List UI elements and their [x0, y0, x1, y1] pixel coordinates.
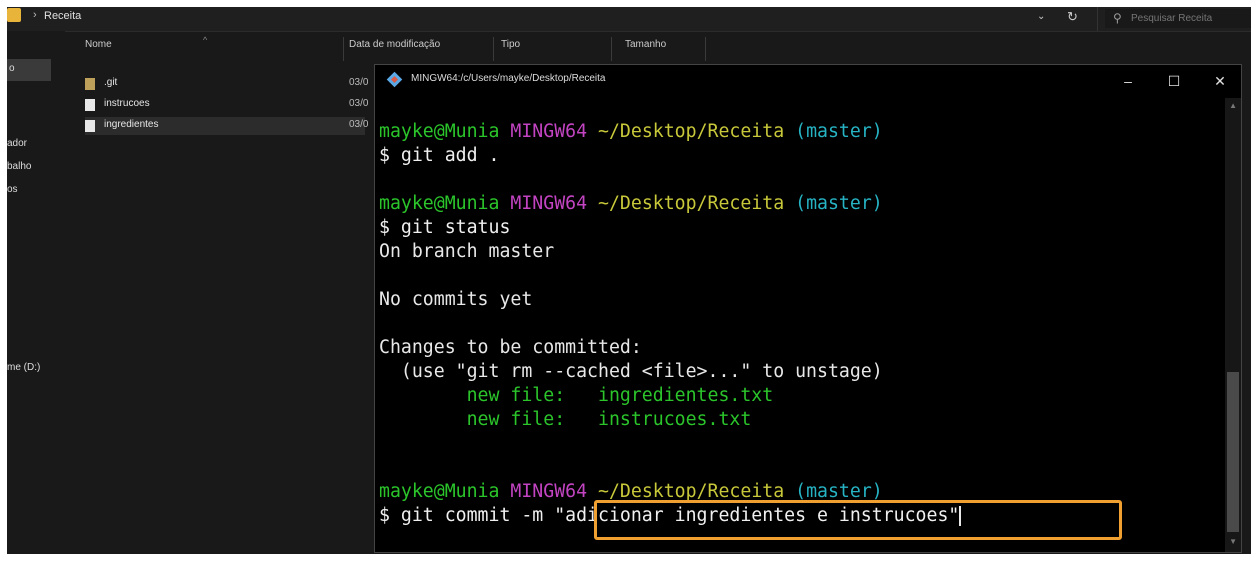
chevron-down-icon[interactable]: ⌄ — [1037, 11, 1045, 22]
terminal-titlebar[interactable]: MINGW64:/c/Users/mayke/Desktop/Receita –… — [375, 65, 1241, 98]
close-button[interactable]: ✕ — [1205, 71, 1235, 91]
folder-icon — [7, 8, 21, 22]
nav-item-selected[interactable]: o — [7, 59, 51, 81]
search-box[interactable]: ⚲ — [1105, 9, 1251, 28]
column-separator[interactable] — [343, 37, 344, 61]
breadcrumb-current[interactable]: Receita — [44, 10, 81, 22]
maximize-button[interactable]: ☐ — [1159, 71, 1189, 91]
file-date: 03/0 — [349, 98, 369, 109]
staged-file-line: new file: instrucoes.txt — [379, 409, 752, 430]
column-header-size[interactable]: Tamanho — [625, 39, 666, 61]
output-line: No commits yet — [379, 289, 533, 310]
nav-item[interactable]: balho — [7, 161, 31, 172]
navigation-pane: o ador balho os me (D:) — [7, 31, 65, 554]
git-bash-icon — [386, 71, 403, 88]
nav-item-drive[interactable]: me (D:) — [7, 362, 40, 373]
file-name: instrucoes — [104, 98, 150, 109]
column-header-date[interactable]: Data de modificação — [349, 39, 440, 61]
nav-item[interactable]: os — [7, 184, 18, 195]
command-line-current[interactable]: $ git commit -m "adicionar ingredientes … — [379, 504, 962, 528]
scrollbar-thumb[interactable] — [1227, 372, 1239, 532]
staged-file-line: new file: ingredientes.txt — [379, 385, 774, 406]
file-date: 03/0 — [349, 77, 369, 88]
file-name: .git — [104, 77, 118, 88]
column-separator[interactable] — [493, 37, 494, 61]
output-line: (use "git rm --cached <file>..." to unst… — [379, 361, 883, 382]
text-file-icon — [85, 120, 95, 132]
output-line: Changes to be committed: — [379, 337, 642, 358]
command-line: $ git status — [379, 217, 511, 238]
refresh-icon[interactable]: ↻ — [1067, 9, 1078, 25]
column-header-name[interactable]: Nome — [85, 39, 112, 61]
column-header-type[interactable]: Tipo — [501, 39, 520, 61]
scroll-down-icon[interactable]: ▼ — [1229, 537, 1237, 546]
file-name: ingredientes — [104, 119, 159, 130]
prompt-line: mayke@Munia MINGW64 ~/Desktop/Receita (m… — [379, 121, 883, 142]
file-row[interactable]: .git — [85, 75, 365, 93]
terminal-window[interactable]: MINGW64:/c/Users/mayke/Desktop/Receita –… — [374, 64, 1242, 553]
scroll-up-icon[interactable]: ▲ — [1229, 101, 1237, 110]
minimize-button[interactable]: – — [1113, 71, 1143, 91]
output-line: On branch master — [379, 241, 555, 262]
folder-icon — [85, 78, 95, 90]
command-line: $ git add . — [379, 145, 500, 166]
sort-caret-icon: ^ — [203, 35, 208, 45]
terminal-title: MINGW64:/c/Users/mayke/Desktop/Receita — [411, 73, 606, 84]
text-file-icon — [85, 99, 95, 111]
address-bar: › Receita ⌄ ↻ ⚲ — [7, 7, 1251, 32]
column-separator[interactable] — [611, 37, 612, 61]
prompt-line: mayke@Munia MINGW64 ~/Desktop/Receita (m… — [379, 481, 883, 502]
search-icon: ⚲ — [1113, 11, 1122, 25]
file-row[interactable]: instrucoes — [85, 96, 365, 114]
prompt-line: mayke@Munia MINGW64 ~/Desktop/Receita (m… — [379, 193, 883, 214]
commit-message: "adicionar ingredientes e instrucoes" — [554, 505, 960, 526]
breadcrumb-chevron-icon: › — [33, 9, 37, 21]
text-cursor — [959, 506, 962, 526]
file-date: 03/0 — [349, 119, 369, 130]
nav-item[interactable]: ador — [7, 138, 27, 149]
file-row-selected[interactable]: ingredientes — [85, 117, 365, 135]
divider — [1097, 7, 1098, 31]
terminal-output[interactable]: mayke@Munia MINGW64 ~/Desktop/Receita (m… — [379, 120, 1219, 540]
column-separator[interactable] — [705, 37, 706, 61]
search-input[interactable] — [1131, 10, 1249, 26]
